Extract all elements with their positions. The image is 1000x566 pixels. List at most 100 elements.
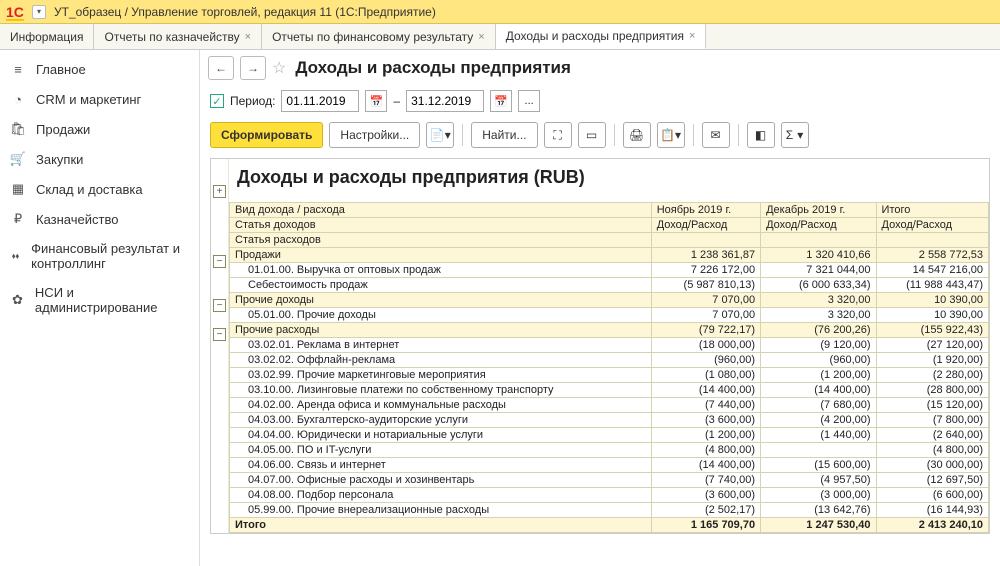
date-to-calendar-icon[interactable]: 📅 bbox=[490, 90, 512, 112]
sidebar-item-5[interactable]: ₽Казначейство bbox=[0, 204, 199, 234]
col-subheader[interactable] bbox=[651, 233, 760, 248]
cell-value: 7 070,00 bbox=[651, 308, 760, 323]
table-row[interactable]: 04.04.00. Юридически и нотариальные услу… bbox=[230, 428, 989, 443]
table-row[interactable]: 04.08.00. Подбор персонала(3 600,00)(3 0… bbox=[230, 488, 989, 503]
col-header[interactable]: Декабрь 2019 г. bbox=[761, 203, 876, 218]
col-subheader[interactable]: Доход/Расход bbox=[651, 218, 760, 233]
sidebar-item-2[interactable]: 🛍Продажи bbox=[0, 114, 199, 144]
sidebar-item-4[interactable]: ▦Склад и доставка bbox=[0, 174, 199, 204]
table-row[interactable]: 04.06.00. Связь и интернет(14 400,00)(15… bbox=[230, 458, 989, 473]
table-row[interactable]: 03.02.02. Оффлайн-реклама(960,00)(960,00… bbox=[230, 353, 989, 368]
col-subheader[interactable]: Доход/Расход bbox=[876, 218, 988, 233]
favorite-star-icon[interactable]: ☆ bbox=[272, 58, 286, 78]
col-header[interactable]: Итого bbox=[876, 203, 988, 218]
report-table[interactable]: Вид дохода / расхода Ноябрь 2019 г. Дека… bbox=[229, 202, 989, 533]
close-icon[interactable]: × bbox=[689, 30, 695, 42]
cell-value: (3 600,00) bbox=[651, 488, 760, 503]
cell-value: (12 697,50) bbox=[876, 473, 988, 488]
sidebar-item-0[interactable]: ≡Главное bbox=[0, 54, 199, 84]
cell-value: (1 920,00) bbox=[876, 353, 988, 368]
sidebar-item-3[interactable]: 🛒Закупки bbox=[0, 144, 199, 174]
date-to-input[interactable] bbox=[406, 90, 484, 112]
date-from-input[interactable] bbox=[281, 90, 359, 112]
table-row[interactable]: Итого1 165 709,701 247 530,402 413 240,1… bbox=[230, 518, 989, 533]
cell-value: (1 200,00) bbox=[761, 368, 876, 383]
nav-icon: ⬪⬪ bbox=[10, 248, 21, 264]
period-pick-button[interactable]: ... bbox=[518, 90, 540, 112]
table-row[interactable]: 04.03.00. Бухгалтерско-аудиторские услуг… bbox=[230, 413, 989, 428]
sidebar-item-7[interactable]: ✿НСИ и администрирование bbox=[0, 278, 199, 322]
col-subheader[interactable] bbox=[761, 233, 876, 248]
tab-label: Отчеты по казначейству bbox=[104, 30, 239, 44]
forward-button[interactable]: → bbox=[240, 56, 266, 80]
close-icon[interactable]: × bbox=[478, 31, 484, 43]
print-button[interactable]: 🖨 bbox=[623, 122, 651, 148]
tabs-bar: ИнформацияОтчеты по казначейству×Отчеты … bbox=[0, 24, 1000, 50]
col-subheader[interactable] bbox=[876, 233, 988, 248]
cell-label: 04.06.00. Связь и интернет bbox=[230, 458, 652, 473]
date-from-calendar-icon[interactable]: 📅 bbox=[365, 90, 387, 112]
back-button[interactable]: ← bbox=[208, 56, 234, 80]
expand-button[interactable]: ⛶ bbox=[544, 122, 572, 148]
settings-button[interactable]: Настройки... bbox=[329, 122, 420, 148]
table-row[interactable]: 04.07.00. Офисные расходы и хозинвентарь… bbox=[230, 473, 989, 488]
find-button[interactable]: Найти... bbox=[471, 122, 537, 148]
col-subheader[interactable]: Доход/Расход bbox=[761, 218, 876, 233]
collapse-button[interactable]: ▭ bbox=[578, 122, 606, 148]
sidebar-item-6[interactable]: ⬪⬪Финансовый результат и контроллинг bbox=[0, 234, 199, 278]
cell-value: (155 922,43) bbox=[876, 323, 988, 338]
cell-value: (1 200,00) bbox=[651, 428, 760, 443]
collapse-node-icon[interactable]: − bbox=[213, 299, 226, 312]
nav-label: Казначейство bbox=[36, 212, 118, 227]
col-subheader[interactable]: Статья расходов bbox=[230, 233, 652, 248]
table-row[interactable]: 04.05.00. ПО и IT-услуги(4 800,00)(4 800… bbox=[230, 443, 989, 458]
table-row[interactable]: 04.02.00. Аренда офиса и коммунальные ра… bbox=[230, 398, 989, 413]
cell-value: (7 680,00) bbox=[761, 398, 876, 413]
separator bbox=[738, 124, 739, 146]
table-row[interactable]: 05.01.00. Прочие доходы7 070,003 320,001… bbox=[230, 308, 989, 323]
col-header[interactable]: Ноябрь 2019 г. bbox=[651, 203, 760, 218]
save-variant-button[interactable]: 📄▾ bbox=[426, 122, 454, 148]
table-row[interactable]: 03.10.00. Лизинговые платежи по собствен… bbox=[230, 383, 989, 398]
tab-2[interactable]: Отчеты по финансовому результату× bbox=[262, 24, 496, 49]
table-row[interactable]: 03.02.01. Реклама в интернет(18 000,00)(… bbox=[230, 338, 989, 353]
col-header[interactable]: Вид дохода / расхода bbox=[230, 203, 652, 218]
cell-value: (4 957,50) bbox=[761, 473, 876, 488]
report-area: + − − − Доходы и расходы предприятия (RU… bbox=[210, 158, 990, 534]
table-row[interactable]: 05.99.00. Прочие внереализационные расхо… bbox=[230, 503, 989, 518]
page-title: Доходы и расходы предприятия bbox=[295, 58, 571, 78]
app-menu-dropdown[interactable]: ▾ bbox=[32, 5, 46, 19]
tab-3[interactable]: Доходы и расходы предприятия× bbox=[496, 24, 707, 49]
sum-button[interactable]: Σ ▾ bbox=[781, 122, 809, 148]
export-button[interactable]: 📋▾ bbox=[657, 122, 685, 148]
col-subheader[interactable]: Статья доходов bbox=[230, 218, 652, 233]
table-row[interactable]: Прочие расходы(79 722,17)(76 200,26)(155… bbox=[230, 323, 989, 338]
collapse-node-icon[interactable]: − bbox=[213, 255, 226, 268]
separator bbox=[693, 124, 694, 146]
cell-label: 04.05.00. ПО и IT-услуги bbox=[230, 443, 652, 458]
cell-label: 01.01.00. Выручка от оптовых продаж bbox=[230, 263, 652, 278]
cell-value: (14 400,00) bbox=[761, 383, 876, 398]
expand-all-icon[interactable]: + bbox=[213, 185, 226, 198]
separator bbox=[462, 124, 463, 146]
period-label: Период: bbox=[230, 94, 275, 108]
sidebar-item-1[interactable]: ◔CRM и маркетинг bbox=[0, 84, 199, 114]
table-row[interactable]: Прочие доходы7 070,003 320,0010 390,00 bbox=[230, 293, 989, 308]
table-row[interactable]: Себестоимость продаж(5 987 810,13)(6 000… bbox=[230, 278, 989, 293]
title-bar: 1С ▾ УТ_образец / Управление торговлей, … bbox=[0, 0, 1000, 24]
mail-button[interactable]: ✉ bbox=[702, 122, 730, 148]
table-row[interactable]: 03.02.99. Прочие маркетинговые мероприят… bbox=[230, 368, 989, 383]
cell-value: 2 558 772,53 bbox=[876, 248, 988, 263]
separator bbox=[614, 124, 615, 146]
nav-label: НСИ и администрирование bbox=[35, 285, 189, 315]
cell-value: (7 740,00) bbox=[651, 473, 760, 488]
close-icon[interactable]: × bbox=[245, 31, 251, 43]
table-row[interactable]: 01.01.00. Выручка от оптовых продаж7 226… bbox=[230, 263, 989, 278]
tab-0[interactable]: Информация bbox=[0, 24, 94, 49]
collapse-node-icon[interactable]: − bbox=[213, 328, 226, 341]
generate-button[interactable]: Сформировать bbox=[210, 122, 323, 148]
table-row[interactable]: Продажи1 238 361,871 320 410,662 558 772… bbox=[230, 248, 989, 263]
period-checkbox[interactable]: ✓ bbox=[210, 94, 224, 108]
variants-button[interactable]: ◧ bbox=[747, 122, 775, 148]
tab-1[interactable]: Отчеты по казначейству × bbox=[94, 24, 262, 49]
